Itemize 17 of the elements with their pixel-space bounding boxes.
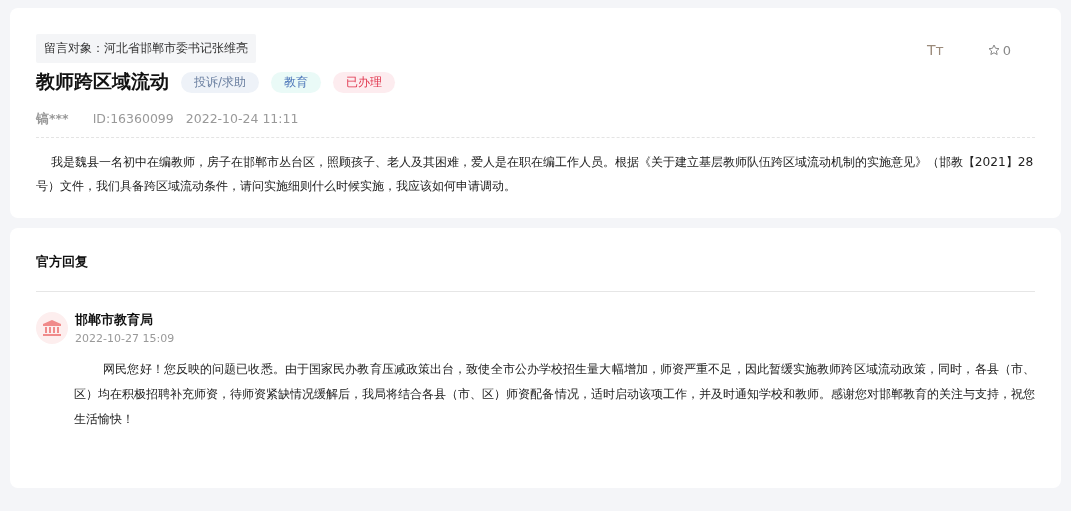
category-tag: 投诉/求助 — [181, 71, 260, 93]
message-id: ID:16360099 — [92, 111, 174, 128]
avatar-icon — [36, 312, 68, 344]
reply-time: 2022-10-27 15:09 — [75, 332, 175, 345]
star-icon — [987, 44, 1000, 56]
category-tag: 已办理 — [333, 71, 396, 93]
font-size-button[interactable]: Tт — [927, 42, 944, 58]
category-tag: 教育 — [271, 71, 322, 93]
section-heading: 官方回复 — [36, 254, 1035, 292]
reply-body: 网民您好！您反映的问题已收悉。由于国家民办教育压减政策出台，致使全市公办学校招生量大幅增加，师资严重不足，因此暂缓实施教师跨区域流动政策，同时，各县（市、区）均在积极招聘补充师资，待师资紧缺情况缓解后，我局将结合各县（市、区）师资配备情况，适时启动该项工作，并及时通知学校和教师。感谢您对邯郸教育的关注与支持，祝您生活愉快！ — [74, 361, 1035, 428]
message-time: 2022-10-24 11:11 — [185, 111, 299, 128]
favorite-button[interactable]: 0 — [987, 42, 1011, 58]
message-title: 教师跨区域流动 — [36, 69, 169, 94]
department-name: 邯郸市教育局 — [75, 312, 154, 329]
message-target: 留言对象：河北省邯郸市委书记张维亮 — [36, 34, 256, 63]
message-body: 我是魏县一名初中在编教师，房子在邯郸市丛台区，照顾孩子、老人及其困难，爱人是在职在编工作人员。根据《关于建立基层教师队伍跨区域流动机制的实施意见》（邯教【2021】28号）文件，我们具备跨区域流动条件，请问实施细则什么时候实施，我应该如何申请调动。 — [36, 154, 1035, 195]
author-name: 镐*** — [36, 111, 69, 128]
